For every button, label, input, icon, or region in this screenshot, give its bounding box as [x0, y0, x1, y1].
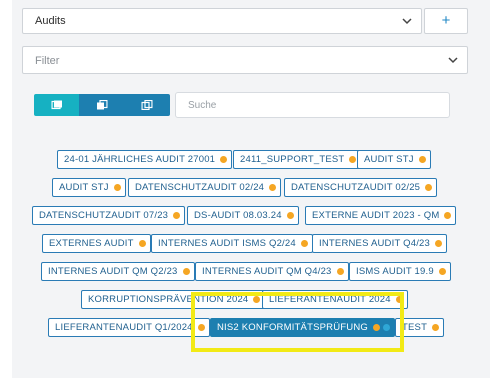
audit-tag[interactable]: LIEFERANTENAUDIT 2024 — [262, 290, 408, 309]
status-dot — [373, 324, 381, 331]
audit-tag[interactable]: 2411_SUPPORT_TEST — [233, 150, 362, 169]
status-dot — [425, 184, 433, 191]
audit-tag-selected[interactable]: NIS2 KONFORMITÄTSPRÜFUNG — [210, 318, 396, 337]
status-dot — [138, 240, 146, 247]
status-dot — [182, 268, 190, 275]
status-dot — [444, 212, 452, 219]
status-dot — [300, 240, 308, 247]
selected-dot — [383, 324, 391, 331]
audit-tag[interactable]: EXTERNE AUDIT 2023 - QM — [305, 206, 457, 225]
status-dot — [395, 296, 403, 303]
status-dot — [435, 240, 442, 247]
audit-tag[interactable]: DATENSCHUTZAUDIT 02/25 — [284, 178, 438, 197]
audit-tag[interactable]: ISMS AUDIT 19.9 — [349, 262, 451, 281]
status-dot — [269, 184, 277, 191]
status-dot — [286, 212, 294, 219]
status-dot — [432, 324, 440, 331]
status-dot — [336, 268, 344, 275]
audit-tag[interactable]: INTERNES AUDIT Q4/23 — [312, 234, 447, 253]
status-dot — [113, 184, 121, 191]
audit-tag[interactable]: KORRUPTIONSPRÄVENTION 2024 — [81, 290, 266, 309]
status-dot — [438, 268, 446, 275]
audit-tag[interactable]: EXTERNES AUDIT — [42, 234, 151, 253]
audit-tag[interactable]: AUDIT STJ — [52, 178, 126, 197]
status-dot — [253, 296, 261, 303]
status-dot — [418, 156, 426, 163]
audit-tag[interactable]: INTERNES AUDIT QM Q4/23 — [195, 262, 349, 281]
status-dot — [349, 156, 357, 163]
status-dot — [220, 156, 228, 163]
status-dot — [173, 212, 181, 219]
audit-tag[interactable]: AUDIT STJ — [357, 150, 431, 169]
audit-tag[interactable]: DS-AUDIT 08.03.24 — [187, 206, 299, 225]
audit-tag[interactable]: LIEFERANTENAUDIT Q1/2024 — [48, 318, 210, 337]
audit-tag[interactable]: DATENSCHUTZAUDIT 07/23 — [32, 206, 186, 225]
audit-tag[interactable]: 24-01 JÄHRLICHES AUDIT 27001 — [57, 150, 233, 169]
audit-tag[interactable]: INTERNES AUDIT QM Q2/23 — [41, 262, 195, 281]
status-dot — [197, 324, 205, 331]
audit-tag[interactable]: DATENSCHUTZAUDIT 02/24 — [128, 178, 282, 197]
audit-tag[interactable]: INTERNES AUDIT ISMS Q2/24 — [151, 234, 313, 253]
audit-tag-list: 24-01 JÄHRLICHES AUDIT 27001 2411_SUPPOR… — [0, 0, 498, 378]
audit-tag[interactable]: TEST — [395, 318, 445, 337]
